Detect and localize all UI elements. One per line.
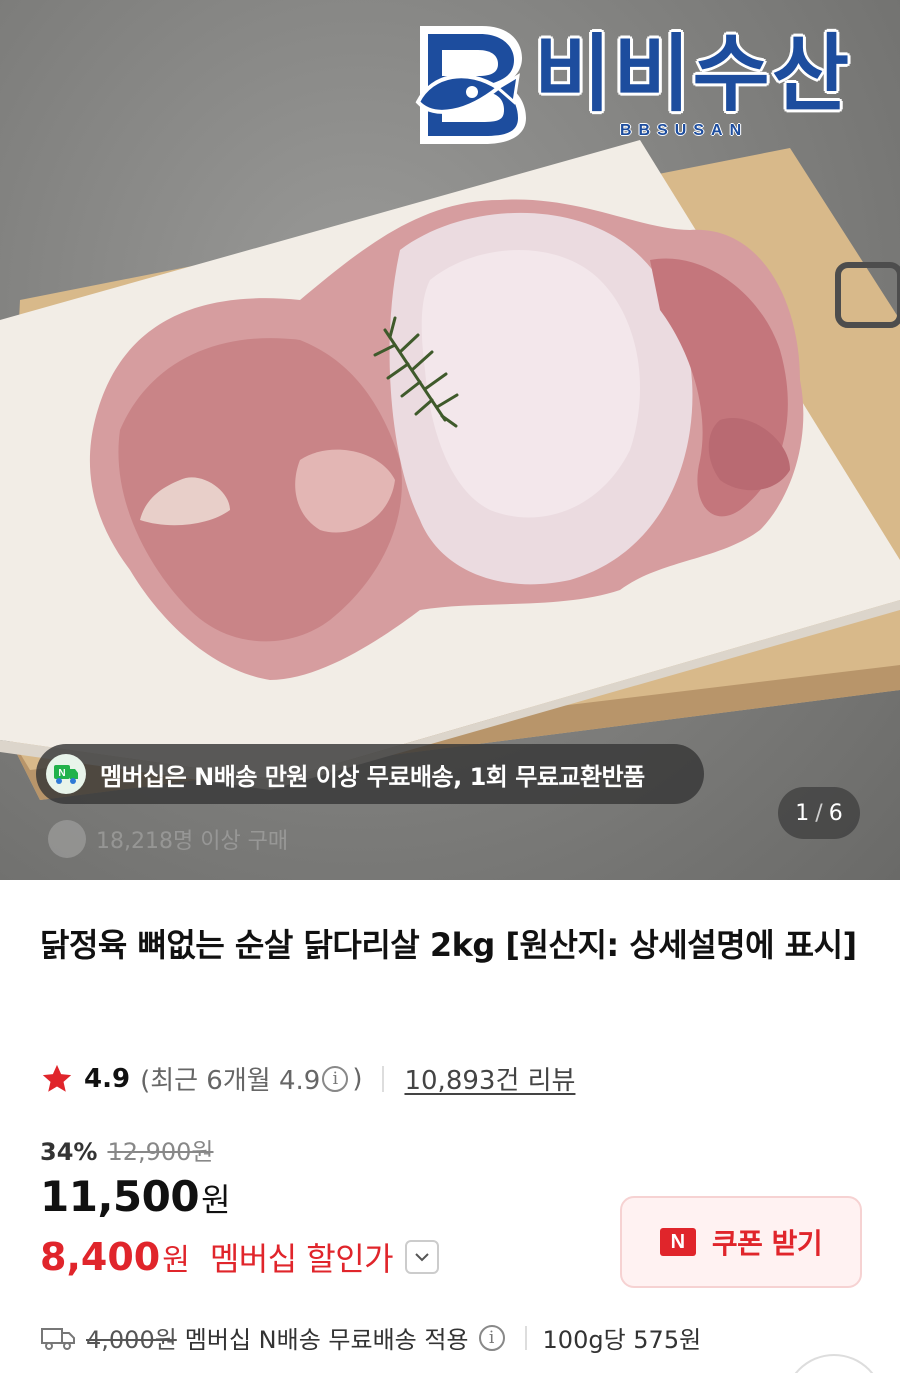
rating-row: 4.9 (최근 6개월 4.9 i ) 10,893건 리뷰 xyxy=(40,1060,575,1097)
image-counter-total: 6 xyxy=(828,800,843,826)
buyers-text: 18,218명 이상 구매 xyxy=(96,829,289,854)
product-image-carousel[interactable]: 비비수산 BBSUSAN N 멤버십은 N배송 만원 이상 무료배송, 1회 무… xyxy=(0,0,900,880)
brand-b-fish-icon xyxy=(415,26,526,144)
discount-row: 34% 12,900원 xyxy=(40,1132,214,1167)
sale-price: 11,500 원 xyxy=(40,1172,231,1221)
review-count-link[interactable]: 10,893건 리뷰 xyxy=(404,1060,575,1097)
original-price: 12,900원 xyxy=(107,1138,214,1166)
member-price-expand-button[interactable] xyxy=(405,1240,440,1274)
shipping-info-icon[interactable]: i xyxy=(478,1324,505,1351)
svg-text:N: N xyxy=(58,768,65,779)
image-counter-current: 1 xyxy=(795,800,810,826)
product-info: 닭정육 뼈없는 순살 닭다리살 2kg [원산지: 상세설명에 표시] 4.9 … xyxy=(0,880,900,1373)
get-coupon-label: 쿠폰 받기 xyxy=(711,1227,823,1260)
star-icon xyxy=(42,1064,72,1092)
sale-price-unit: 원 xyxy=(201,1181,231,1219)
image-counter-separator: / xyxy=(815,800,823,826)
floating-button[interactable] xyxy=(784,1354,884,1373)
rating-recent-close: ) xyxy=(352,1063,363,1094)
rating-recent-text: (최근 6개월 4.9 xyxy=(140,1066,321,1096)
brand-subname: BBSUSAN xyxy=(620,122,749,139)
product-title: 닭정육 뼈없는 순살 닭다리살 2kg [원산지: 상세설명에 표시] xyxy=(40,926,857,964)
rating-recent: (최근 6개월 4.9 i ) xyxy=(140,1060,362,1097)
unit-price: 100g당 575원 xyxy=(542,1326,702,1354)
image-counter: 1 / 6 xyxy=(778,787,860,839)
original-shipping-fee: 4,000원 xyxy=(86,1326,177,1354)
member-price-unit: 원 xyxy=(162,1243,190,1278)
brand-logo: 비비수산 BBSUSAN xyxy=(412,18,852,158)
brand-name: 비비수산 xyxy=(534,25,852,123)
rating-info-icon[interactable]: i xyxy=(322,1065,349,1092)
chevron-down-icon xyxy=(415,1253,429,1262)
buyers-count: 18,218명 이상 구매 xyxy=(48,820,288,858)
shipping-note: 멤버십 N배송 무료배송 적용 xyxy=(184,1326,469,1354)
truck-icon xyxy=(41,1327,75,1350)
member-price-label: 멤버십 할인가 xyxy=(209,1240,394,1278)
membership-banner[interactable]: N 멤버십은 N배송 만원 이상 무료배송, 1회 무료교환반품 xyxy=(36,744,704,804)
sale-price-amount: 11,500 xyxy=(40,1172,200,1221)
n-delivery-icon: N xyxy=(46,754,86,794)
member-price-amount: 8,400 xyxy=(40,1235,161,1279)
member-price-row: 8,400 원 멤버십 할인가 xyxy=(40,1234,440,1280)
buyers-icon xyxy=(48,820,86,858)
membership-banner-text: 멤버십은 N배송 만원 이상 무료배송, 1회 무료교환반품 xyxy=(100,762,645,791)
discount-rate: 34% xyxy=(40,1138,98,1166)
get-coupon-button[interactable]: N 쿠폰 받기 xyxy=(620,1196,862,1288)
naver-n-icon: N xyxy=(659,1228,696,1256)
rating-score: 4.9 xyxy=(84,1063,131,1094)
divider xyxy=(382,1065,385,1092)
shipping-row: 4,000원 멤버십 N배송 무료배송 적용 i 100g당 575원 xyxy=(40,1320,701,1355)
divider xyxy=(524,1325,527,1350)
